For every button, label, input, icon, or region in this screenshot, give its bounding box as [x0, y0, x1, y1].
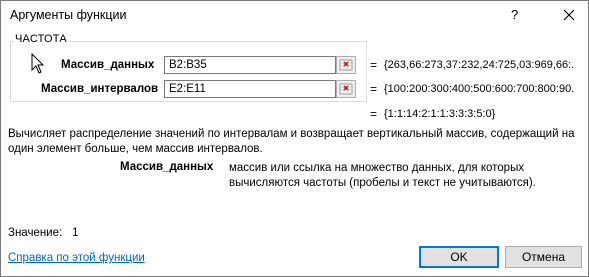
arg-label-bins-array: Массив_интервалов [41, 83, 159, 95]
arg-label-data-array: Массив_данных [61, 59, 155, 71]
range-select-icon[interactable] [336, 56, 356, 74]
argument-help-text: массив или ссылка на множество данных, д… [229, 162, 536, 189]
help-button[interactable]: ? [511, 7, 518, 22]
data-array-evaluated: {263,66:273,37:232,24:725,03:969,66:... [384, 59, 574, 71]
data-array-input[interactable]: B2:B35 [164, 56, 336, 74]
bins-array-evaluated: {100:200:300:400:500:600:700:800:90... [384, 83, 574, 95]
close-icon[interactable] [559, 5, 579, 25]
title-bar: Аргументы функции ? [1, 1, 588, 31]
argument-help-name: Массив_данных [120, 161, 214, 173]
formula-result-preview: {1:1:14:2:1:1:3:3:3:5:0} [384, 108, 496, 120]
value-label: Значение: [8, 227, 63, 239]
function-arguments-dialog: Аргументы функции ? ЧАСТОТА Массив_данны… [0, 0, 589, 277]
ok-button[interactable]: OK [419, 246, 499, 268]
function-name: ЧАСТОТА [13, 33, 69, 45]
dialog-title: Аргументы функции [10, 8, 127, 22]
equals-sign: = [370, 107, 378, 121]
mouse-cursor-icon [31, 52, 45, 78]
equals-sign: = [370, 82, 378, 96]
bins-array-input[interactable]: E2:E11 [164, 80, 336, 98]
cancel-button[interactable]: Отмена [505, 246, 582, 268]
function-help-link[interactable]: Справка по этой функции [8, 252, 145, 264]
value-result: 1 [72, 227, 79, 239]
equals-sign: = [370, 58, 378, 72]
function-description: Вычисляет распределение значений по инте… [8, 128, 575, 155]
range-select-icon[interactable] [336, 80, 356, 98]
